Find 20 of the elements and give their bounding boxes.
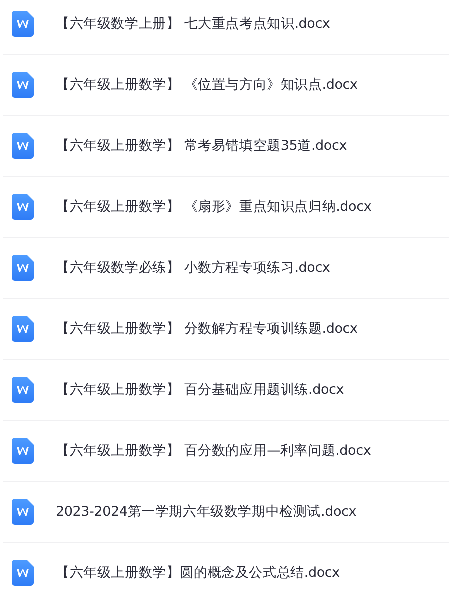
file-name[interactable]: 【六年级上册数学】 百分数的应用—利率问题.docx [56,442,372,460]
file-name[interactable]: 【六年级数学上册】 七大重点考点知识.docx [56,15,330,33]
word-document-icon [12,133,34,159]
word-document-icon [12,255,34,281]
file-name[interactable]: 【六年级上册数学】圆的概念及公式总结.docx [56,564,340,582]
file-name[interactable]: 【六年级数学必练】 小数方程专项练习.docx [56,259,330,277]
file-name[interactable]: 【六年级上册数学】 常考易错填空题35道.docx [56,137,348,155]
word-document-icon [12,11,34,37]
word-document-icon [12,560,34,586]
word-document-icon [12,316,34,342]
file-name[interactable]: 2023-2024第一学期六年级数学期中检测试.docx [56,503,357,521]
word-document-icon [12,194,34,220]
file-name[interactable]: 【六年级上册数学】 《位置与方向》知识点.docx [56,76,358,94]
word-document-icon [12,438,34,464]
file-name[interactable]: 【六年级上册数学】 百分基础应用题训练.docx [56,381,344,399]
file-name[interactable]: 【六年级上册数学】 分数解方程专项训练题.docx [56,320,358,338]
file-name[interactable]: 【六年级上册数学】 《扇形》重点知识点归纳.docx [56,198,372,216]
word-document-icon [12,499,34,525]
word-document-icon [12,377,34,403]
word-document-icon [12,72,34,98]
